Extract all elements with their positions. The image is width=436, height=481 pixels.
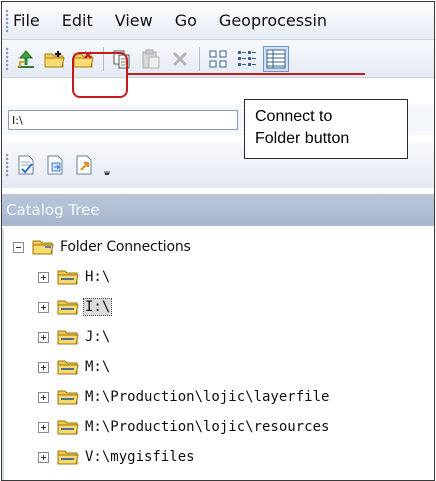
connect-to-folder-button[interactable] [42, 46, 68, 72]
list-view-button[interactable] [234, 46, 260, 72]
folder-icon [57, 360, 79, 375]
expand-toggle[interactable] [38, 451, 49, 463]
metadata-import-icon [47, 155, 63, 175]
location-input[interactable] [8, 110, 238, 130]
copy-icon [113, 50, 130, 68]
tree-node-label: Folder Connections [60, 239, 191, 255]
tree-node-label-selected: I:\ [83, 298, 113, 316]
tree-node-folder[interactable]: M:\Production\lojic\layerfile [38, 385, 331, 409]
expand-toggle[interactable] [38, 271, 49, 283]
folder-icon [57, 270, 79, 285]
callout-text-line-1: Connect to [255, 108, 333, 125]
expand-toggle[interactable] [38, 421, 49, 433]
metadata-validate-icon [18, 155, 34, 175]
metadata-toolbar-grip[interactable] [5, 153, 9, 177]
large-icons-view-button[interactable] [205, 46, 231, 72]
callout-label: Connect to Folder button [244, 99, 408, 159]
menu-bar-grip[interactable] [5, 8, 9, 33]
tree-node-label: M:\Production\lojic\layerfile [85, 389, 330, 405]
folder-connections-icon [32, 240, 54, 255]
folder-icon [57, 300, 79, 315]
large-icons-view-icon [209, 50, 227, 67]
menu-file[interactable]: File [13, 11, 40, 30]
validate-metadata-button[interactable] [13, 152, 39, 178]
toolbar-separator [103, 46, 104, 71]
collapse-toggle[interactable] [13, 241, 24, 253]
folder-icon [57, 390, 79, 405]
tree-node-label: H:\ [85, 269, 111, 285]
connect-to-folder-icon [44, 50, 65, 67]
paste-icon [142, 49, 160, 68]
menu-edit[interactable]: Edit [62, 11, 93, 30]
export-metadata-button[interactable] [71, 152, 97, 178]
catalog-tree-title: Catalog Tree [6, 201, 100, 219]
copy-button[interactable] [109, 46, 135, 72]
tree-node-label: M:\Production\lojic\resources [85, 419, 330, 435]
disconnect-from-folder-button[interactable] [71, 46, 97, 72]
menu-bar: File Edit View Go Geoprocessin [2, 2, 434, 40]
catalog-tree: Folder Connections H:\ I:\ J:\ M:\ M:\Pr… [2, 228, 434, 480]
delete-icon [172, 51, 188, 66]
list-view-icon [238, 50, 256, 66]
expand-toggle[interactable] [38, 331, 49, 343]
up-one-level-button[interactable] [13, 46, 39, 72]
tree-node-folder[interactable]: J:\ [38, 325, 112, 349]
tree-node-folder-connections[interactable]: Folder Connections [13, 235, 193, 259]
toolbar-separator [199, 46, 200, 71]
callout-leader-line [127, 73, 365, 75]
paste-button [138, 46, 164, 72]
catalog-tree-header: Catalog Tree [2, 194, 434, 226]
tree-node-folder[interactable]: V:\mygisfiles [38, 445, 197, 469]
tree-node-folder[interactable]: M:\ [38, 355, 112, 379]
delete-button [167, 46, 193, 72]
details-view-button[interactable] [263, 45, 289, 72]
tree-node-label: V:\mygisfiles [85, 449, 195, 465]
callout-text-line-2: Folder button [255, 130, 350, 147]
disconnect-from-folder-icon [73, 50, 94, 67]
metadata-export-icon [76, 155, 92, 175]
toolbar-grip[interactable] [5, 46, 9, 71]
details-view-icon [266, 49, 286, 68]
up-one-level-icon [18, 49, 34, 68]
folder-icon [57, 330, 79, 345]
menu-go[interactable]: Go [175, 11, 197, 30]
tree-node-folder[interactable]: H:\ [38, 265, 112, 289]
tree-node-label: J:\ [85, 329, 111, 345]
tree-node-folder[interactable]: M:\Production\lojic\resources [38, 415, 331, 439]
expand-toggle[interactable] [38, 361, 49, 373]
tree-node-folder[interactable]: I:\ [38, 295, 113, 319]
folder-icon [57, 420, 79, 435]
import-metadata-button[interactable] [42, 152, 68, 178]
menu-geoprocessing[interactable]: Geoprocessin [219, 11, 327, 30]
toolbar-overflow-button[interactable] [102, 155, 112, 175]
folder-icon [57, 450, 79, 465]
expand-toggle[interactable] [38, 391, 49, 403]
menu-view[interactable]: View [115, 11, 153, 30]
catalog-window: File Edit View Go Geoprocessin I:\ Catal… [1, 1, 435, 481]
expand-toggle[interactable] [38, 301, 49, 313]
tree-node-label: M:\ [85, 359, 111, 375]
chevron-down-icon [104, 171, 110, 175]
